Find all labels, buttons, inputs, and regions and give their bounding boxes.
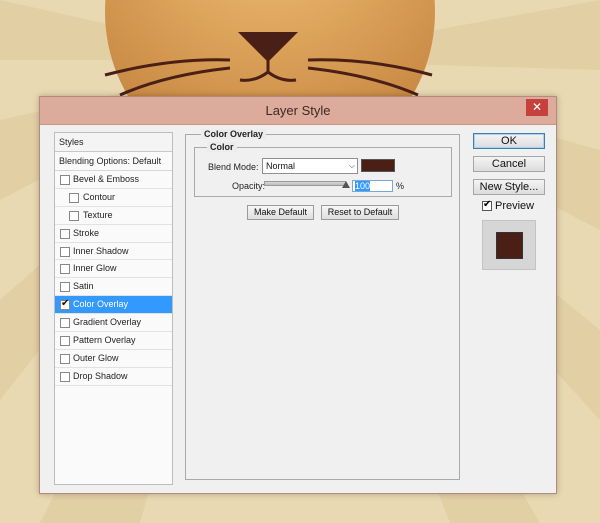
preview-thumbnail: [482, 220, 536, 270]
checkmark-icon: ✔: [61, 298, 70, 310]
style-checkbox[interactable]: [60, 282, 70, 293]
close-button[interactable]: ✕: [526, 99, 548, 116]
style-item-outer-glow[interactable]: Outer Glow: [55, 350, 172, 368]
ok-button[interactable]: OK: [473, 133, 545, 149]
style-item-gradient-overlay[interactable]: Gradient Overlay: [55, 314, 172, 333]
style-item-label: Texture: [83, 209, 113, 220]
style-item-label: Gradient Overlay: [73, 317, 142, 328]
blend-mode-value: Normal: [266, 161, 296, 171]
preview-checkbox[interactable]: ✔: [482, 199, 492, 211]
style-checkbox[interactable]: [60, 371, 70, 382]
blend-mode-select[interactable]: Normal ⌵: [262, 158, 358, 174]
preview-label: Preview: [495, 200, 535, 212]
checkmark-icon: ✔: [483, 199, 492, 210]
style-item-stroke[interactable]: Stroke: [55, 225, 172, 243]
style-item-inner-shadow[interactable]: Inner Shadow: [55, 243, 172, 261]
opacity-label: Opacity:: [232, 181, 266, 191]
preview-color-swatch: [496, 232, 523, 259]
new-style-button[interactable]: New Style...: [473, 179, 545, 195]
style-items: Bevel & Emboss Contour Texture Stroke Inner …: [55, 171, 172, 386]
chevron-down-icon: ⌵: [348, 161, 355, 170]
style-item-inner-glow[interactable]: Inner Glow: [55, 260, 172, 279]
close-icon: ✕: [531, 100, 543, 114]
style-item-label: Bevel & Emboss: [73, 174, 140, 184]
opacity-unit: %: [396, 181, 405, 191]
style-item-bevel-emboss[interactable]: Bevel & Emboss: [55, 171, 172, 189]
cancel-button[interactable]: Cancel: [473, 156, 545, 172]
style-item-drop-shadow[interactable]: Drop Shadow: [55, 368, 172, 386]
style-checkbox[interactable]: [60, 336, 70, 347]
style-item-label: Color Overlay: [73, 299, 129, 310]
opacity-value: 100: [355, 181, 371, 191]
style-checkbox[interactable]: [60, 246, 70, 257]
style-item-label: Inner Glow: [73, 263, 117, 274]
style-checkbox[interactable]: [60, 353, 70, 364]
blending-options-item[interactable]: Blending Options: Default: [55, 152, 172, 171]
opacity-slider-thumb[interactable]: [342, 181, 350, 188]
style-item-label: Contour: [83, 191, 116, 202]
style-item-label: Inner Shadow: [73, 245, 129, 256]
style-checkbox[interactable]: [60, 318, 70, 329]
style-item-label: Drop Shadow: [73, 370, 128, 381]
style-item-label: Satin: [73, 281, 94, 292]
styles-header[interactable]: Styles: [55, 133, 172, 152]
style-item-texture[interactable]: Texture: [55, 207, 172, 225]
style-item-label: Outer Glow: [73, 352, 119, 363]
opacity-input[interactable]: 100: [352, 180, 393, 192]
opacity-slider[interactable]: [264, 181, 346, 186]
style-item-contour[interactable]: Contour: [55, 189, 172, 207]
style-checkbox[interactable]: [60, 175, 70, 185]
title-bar[interactable]: Layer Style ✕: [40, 97, 556, 125]
style-checkbox[interactable]: ✔: [60, 298, 70, 311]
style-checkbox[interactable]: [60, 264, 70, 275]
dialog-title: Layer Style: [265, 103, 331, 118]
overlay-color-swatch[interactable]: [361, 159, 395, 172]
section-title: Color Overlay: [201, 129, 267, 139]
style-checkbox[interactable]: [60, 228, 70, 239]
blend-mode-label: Blend Mode:: [208, 162, 259, 172]
make-default-button[interactable]: Make Default: [247, 205, 314, 220]
style-item-label: Pattern Overlay: [73, 335, 136, 346]
style-checkbox[interactable]: [69, 192, 79, 203]
style-item-pattern-overlay[interactable]: Pattern Overlay: [55, 332, 172, 350]
color-group-title: Color: [207, 142, 237, 152]
style-item-color-overlay[interactable]: ✔ Color Overlay: [55, 296, 172, 315]
styles-list: Styles Blending Options: Default Bevel &…: [54, 132, 173, 485]
style-item-label: Stroke: [73, 227, 100, 238]
style-item-satin[interactable]: Satin: [55, 278, 172, 297]
style-checkbox[interactable]: [69, 210, 79, 221]
reset-to-default-button[interactable]: Reset to Default: [321, 205, 399, 220]
